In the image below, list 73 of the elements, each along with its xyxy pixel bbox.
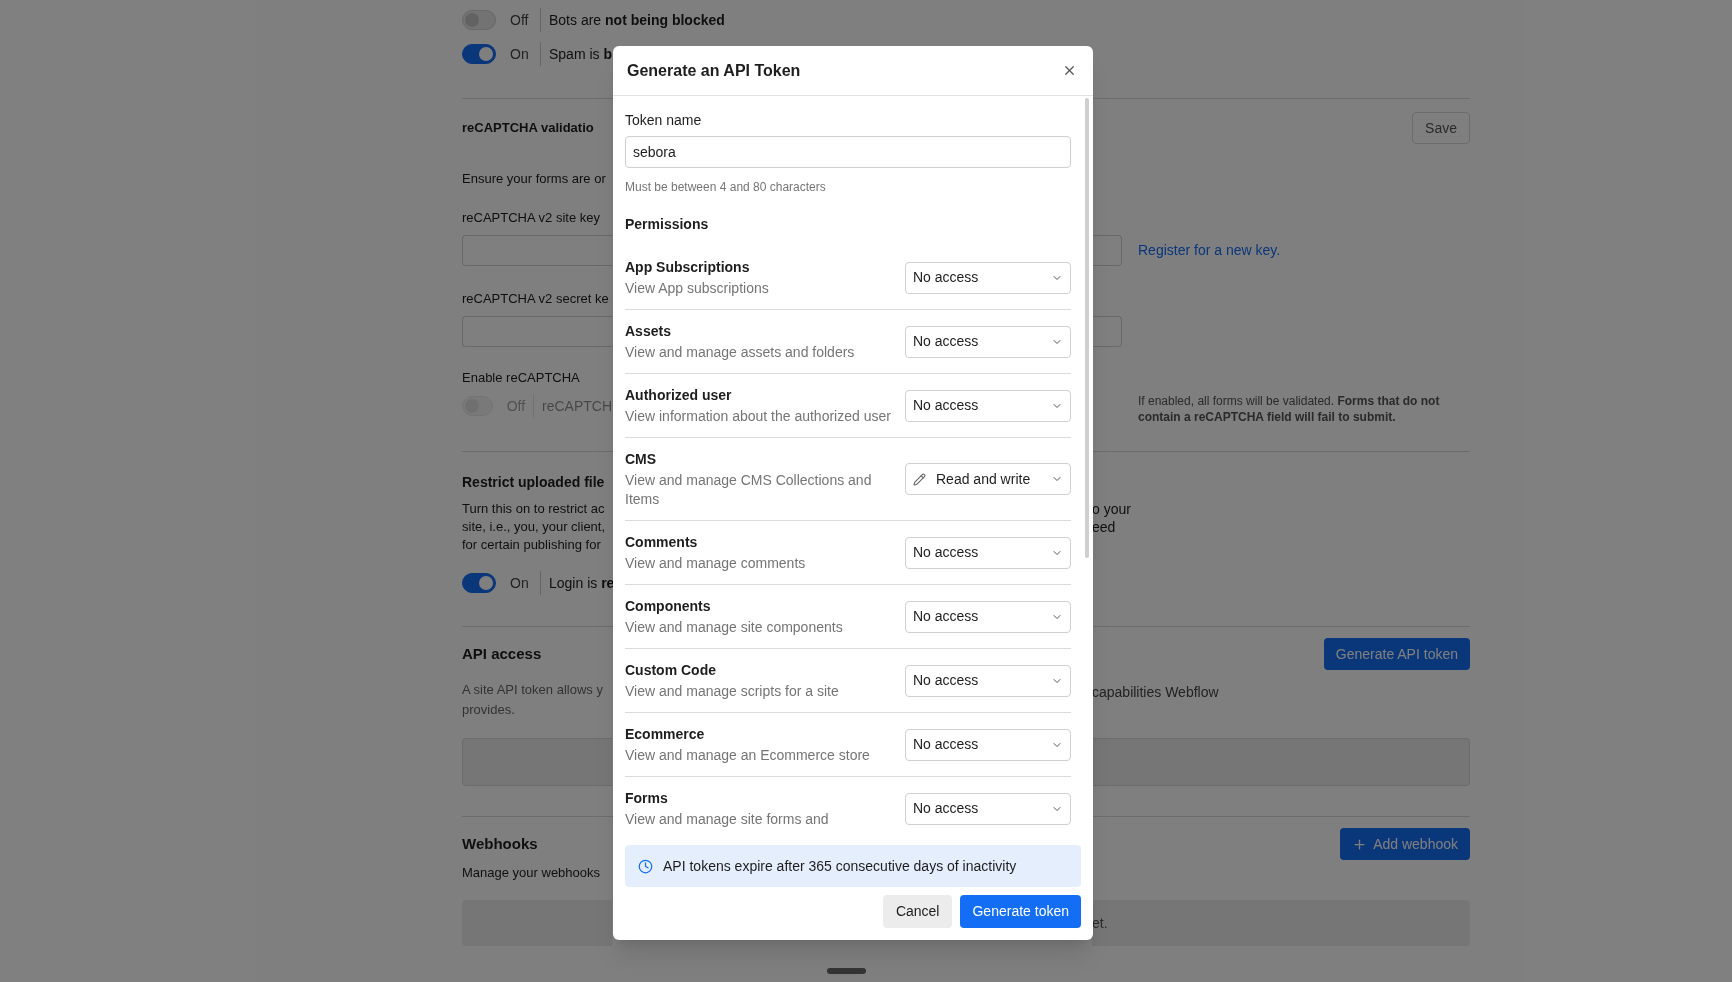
permission-name: Ecommerce	[625, 725, 706, 744]
permission-name: Authorized user	[625, 386, 733, 405]
scrollbar[interactable]	[1085, 98, 1089, 558]
permission-name: Forms	[625, 789, 669, 808]
section-description: Manage your webhooks	[462, 865, 601, 880]
generate-token-button[interactable]: Generate token	[960, 895, 1081, 928]
cancel-button[interactable]: Cancel	[882, 895, 953, 928]
permission-description: View App subscriptions	[625, 279, 770, 298]
section-title: reCAPTCHA validatio	[462, 119, 594, 138]
permission-select[interactable]: No access	[905, 389, 1071, 422]
section-description-line: Turn this on to restrict ac	[462, 500, 605, 518]
input-field[interactable]	[1092, 316, 1122, 347]
toggle-switch[interactable]	[462, 44, 496, 64]
section-title: Webhooks	[462, 833, 539, 854]
section-description-line: site, i.e., you, your client,	[462, 518, 606, 536]
token-name-input[interactable]: sebora	[625, 136, 1071, 168]
field-label: Enable reCAPTCHA	[462, 370, 580, 385]
permission-description: View and manage site forms and	[625, 810, 830, 829]
section-title: Restrict uploaded file	[462, 474, 605, 490]
save-button[interactable]: Save	[1412, 112, 1470, 144]
permission-select[interactable]: No access	[905, 600, 1071, 633]
permission-description: View and manage assets and folders	[625, 343, 856, 362]
drag-handle[interactable]	[827, 968, 866, 974]
section-title: API access	[462, 643, 543, 664]
toggle-label: On	[510, 44, 530, 64]
permission-select[interactable]: No access	[905, 325, 1071, 358]
permission-name: App Subscriptions	[625, 258, 751, 277]
input-field[interactable]	[462, 316, 612, 347]
permission-description: View and manage comments	[625, 554, 807, 573]
permission-description: View and manage an Ecommerce store	[625, 746, 871, 765]
permission-name: Comments	[625, 533, 699, 552]
toggle-status-text: Login is re	[549, 573, 615, 593]
field-label: reCAPTCHA v2 site key	[462, 210, 600, 225]
toggle-label: Off	[510, 10, 530, 30]
field-label: Token name	[625, 112, 702, 128]
permission-select[interactable]: No access	[905, 728, 1071, 761]
section-description-line: capabilities Webflow	[1092, 684, 1219, 700]
permission-name: Components	[625, 597, 712, 616]
pencil-icon	[913, 472, 926, 486]
field-label: reCAPTCHA v2 secret ke	[462, 291, 609, 306]
dialog-title: Generate an API Token	[627, 60, 801, 81]
toggle-status-text: Bots are not being blocked	[549, 10, 725, 30]
permission-name: Assets	[625, 322, 672, 341]
toggle-status-text: reCAPTCH	[542, 396, 612, 416]
permission-description: View and manage site components	[625, 618, 844, 637]
permission-description: View and manage CMS Collections and Items	[625, 471, 873, 509]
recaptcha-note: If enabled, all forms will be validated. Forms that do not contain a reCAPTCHA field will fail to submit.	[1137, 393, 1441, 425]
permission-select[interactable]: No access	[905, 536, 1071, 569]
section-description-line: A site API token allows y	[462, 681, 603, 699]
permissions-heading: Permissions	[625, 216, 709, 232]
permission-select[interactable]: No access	[905, 664, 1071, 697]
section-description-line: provides.	[462, 701, 515, 719]
plus-icon	[1352, 836, 1368, 852]
field-hint: Must be between 4 and 80 characters	[625, 180, 826, 194]
permission-name: Custom Code	[625, 661, 717, 680]
section-description: Ensure your forms are or	[462, 171, 606, 186]
permission-description: View information about the authorized user	[625, 407, 892, 426]
section-description-line: eed	[1092, 518, 1117, 536]
toggle-label: On	[510, 573, 530, 593]
permission-select[interactable]: Read and write	[905, 463, 1071, 495]
clock-icon	[638, 858, 653, 874]
permission-description: View and manage scripts for a site	[625, 682, 840, 701]
toggle-status-text: Spam is b	[549, 44, 613, 64]
input-field[interactable]	[1092, 235, 1122, 266]
permission-select[interactable]: No access	[905, 261, 1071, 294]
notice-text: API tokens expire after 365 consecutive days of inactivity	[663, 856, 1017, 876]
section-description-line: for certain publishing for	[462, 536, 601, 554]
permission-select[interactable]: No access	[905, 792, 1071, 825]
input-field[interactable]	[462, 235, 612, 266]
section-description-line: o your	[1092, 500, 1132, 518]
toggle-switch[interactable]	[462, 573, 496, 593]
empty-message: et.	[1092, 913, 1108, 933]
permission-name: CMS	[625, 450, 658, 469]
